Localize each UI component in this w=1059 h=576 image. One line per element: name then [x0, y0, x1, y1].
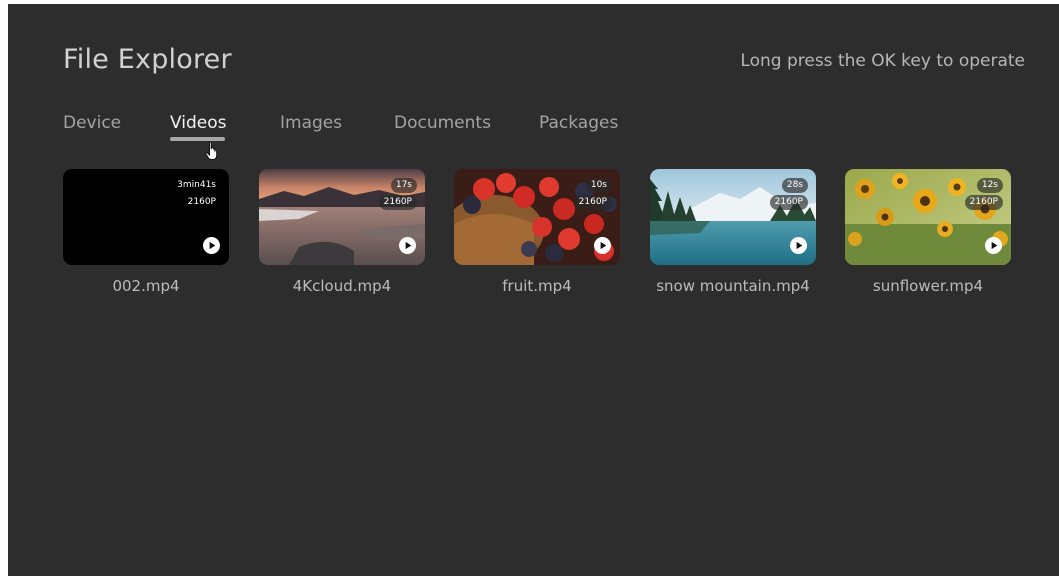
tab-documents[interactable]: Documents	[394, 113, 491, 133]
tab-packages[interactable]: Packages	[539, 113, 618, 133]
video-file-name[interactable]: sunflower.mp4	[845, 277, 1011, 295]
tab-videos[interactable]: Videos	[170, 113, 227, 133]
resolution-badge: 2160P	[378, 195, 417, 210]
play-icon	[790, 237, 807, 254]
resolution-badge: 2160P	[964, 195, 1003, 210]
duration-badge: 10s	[585, 178, 612, 193]
tab-images[interactable]: Images	[280, 113, 342, 133]
play-icon	[985, 237, 1002, 254]
file-explorer-screen: File Explorer Long press the OK key to o…	[8, 4, 1059, 576]
video-file-name[interactable]: 002.mp4	[63, 277, 229, 295]
duration-badge: 28s	[781, 178, 808, 193]
video-file-name[interactable]: 4Kcloud.mp4	[259, 277, 425, 295]
app-title: File Explorer	[63, 44, 232, 75]
video-card[interactable]: 28s 2160P	[650, 169, 816, 265]
play-icon	[399, 237, 416, 254]
play-icon	[203, 237, 220, 254]
play-icon	[594, 237, 611, 254]
operate-hint: Long press the OK key to operate	[740, 51, 1025, 71]
video-card[interactable]: 12s 2160P	[845, 169, 1011, 265]
duration-badge: 12s	[976, 178, 1003, 193]
resolution-badge: 2160P	[187, 197, 216, 207]
video-card[interactable]: 10s 2160P	[454, 169, 620, 265]
tab-device[interactable]: Device	[63, 113, 121, 133]
video-file-name[interactable]: fruit.mp4	[454, 277, 620, 295]
duration-badge: 3min41s	[177, 180, 216, 190]
resolution-badge: 2160P	[769, 195, 808, 210]
duration-badge: 17s	[390, 178, 417, 193]
resolution-badge: 2160P	[573, 195, 612, 210]
hand-pointer-icon	[205, 141, 218, 160]
video-card[interactable]: 17s 2160P	[259, 169, 425, 265]
video-file-name[interactable]: snow mountain.mp4	[650, 277, 816, 295]
video-card[interactable]: 3min41s 2160P	[63, 169, 229, 265]
